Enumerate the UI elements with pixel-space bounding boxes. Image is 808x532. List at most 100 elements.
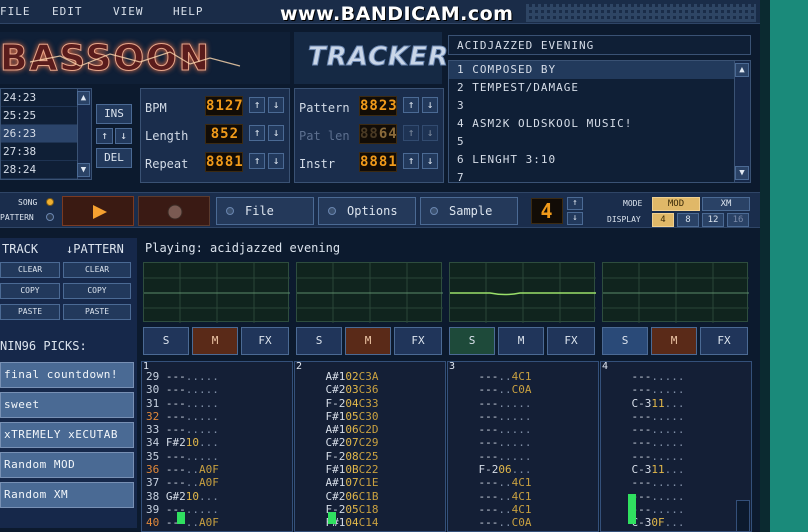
instr-up-button[interactable]: ↑: [403, 153, 419, 169]
pattern-row[interactable]: ---.....: [601, 490, 751, 503]
pattern-row[interactable]: ---.....: [601, 410, 751, 423]
info-row[interactable]: 2 TEMPEST/DAMAGE: [449, 79, 750, 97]
pattern-row[interactable]: 37 ---..A0F: [142, 476, 292, 489]
fx-button-2[interactable]: FX: [394, 327, 442, 355]
pattern-row[interactable]: ---.....: [601, 370, 751, 383]
channel-scope-3[interactable]: [449, 262, 596, 323]
pattern-row[interactable]: F#105C30: [295, 410, 445, 423]
pattern-mode-radio[interactable]: [46, 213, 54, 221]
info-row[interactable]: 5: [449, 133, 750, 151]
pattern-row[interactable]: C-311...: [601, 397, 751, 410]
solo-button-4[interactable]: S: [602, 327, 648, 355]
pattern-row[interactable]: 32 ---.....: [142, 410, 292, 423]
pattern-row[interactable]: F-206...: [448, 463, 598, 476]
patlen-down-button[interactable]: ↓: [422, 125, 438, 141]
mute-button-2[interactable]: M: [345, 327, 391, 355]
pattern-row[interactable]: 39 ---.....: [142, 503, 292, 516]
channel-scope-1[interactable]: [143, 262, 290, 323]
pattern-row[interactable]: ---..4C1: [448, 490, 598, 503]
scroll-down-icon[interactable]: ▼: [735, 166, 749, 180]
pattern-track-3[interactable]: ---..4C1 ---..C0A ---..... ---..... ---.…: [447, 361, 599, 532]
channel-scope-4[interactable]: [602, 262, 749, 323]
pattern-row[interactable]: C#206C1B: [295, 490, 445, 503]
pick-button[interactable]: xTREMELY xECUTAB: [0, 422, 134, 448]
instr-down-button[interactable]: ↓: [422, 153, 438, 169]
pattern-down-button[interactable]: ↓: [422, 97, 438, 113]
song-info-list[interactable]: 1 COMPOSED BY 2 TEMPEST/DAMAGE 3 4 ASM2K…: [448, 60, 751, 183]
pattern-row[interactable]: C#203C36: [295, 383, 445, 396]
pattern-row[interactable]: 38 G#210...: [142, 490, 292, 503]
random-xm-button[interactable]: Random XM: [0, 482, 134, 508]
mute-button-3[interactable]: M: [498, 327, 544, 355]
scroll-up-icon[interactable]: ▲: [735, 63, 749, 77]
sample-tab[interactable]: Sample: [420, 197, 518, 225]
octave-up-button[interactable]: ↑: [567, 197, 583, 210]
pattern-row[interactable]: 40 ---..A0F: [142, 516, 292, 529]
pos-up-button[interactable]: ↑: [96, 128, 113, 144]
octave-down-button[interactable]: ↓: [567, 212, 583, 225]
xm-mode-button[interactable]: XM: [702, 197, 750, 211]
mod-mode-button[interactable]: MOD: [652, 197, 700, 211]
pattern-row[interactable]: 36 ---..A0F: [142, 463, 292, 476]
mute-button-4[interactable]: M: [651, 327, 697, 355]
length-up-button[interactable]: ↑: [249, 125, 265, 141]
menu-help[interactable]: HELP: [173, 5, 204, 18]
pattern-row[interactable]: A#102C3A: [295, 370, 445, 383]
play-button[interactable]: [62, 196, 134, 226]
clear-track-button[interactable]: CLEAR: [0, 262, 60, 278]
pattern-row[interactable]: ---.....: [448, 423, 598, 436]
random-mod-button[interactable]: Random MOD: [0, 452, 134, 478]
pattern-row[interactable]: 29 ---.....: [142, 370, 292, 383]
copy-track-button[interactable]: COPY: [0, 283, 60, 299]
pattern-row[interactable]: 30 ---.....: [142, 383, 292, 396]
mute-button-1[interactable]: M: [192, 327, 238, 355]
pattern-track-4[interactable]: ---..... ---..... C-311... ---..... ---.…: [600, 361, 752, 532]
pattern-row[interactable]: F-204C33: [295, 397, 445, 410]
info-row[interactable]: 4 ASM2K OLDSKOOL MUSIC!: [449, 115, 750, 133]
position-list[interactable]: 24:23 25:25 26:23 27:38 28:24 ▲ ▼: [0, 88, 92, 180]
position-scrollbar[interactable]: ▲ ▼: [77, 89, 91, 179]
info-scrollbar[interactable]: ▲ ▼: [734, 61, 750, 182]
paste-pattern-button[interactable]: PASTE: [63, 304, 131, 320]
pattern-row[interactable]: C#207C29: [295, 436, 445, 449]
pattern-row[interactable]: ---.....: [601, 383, 751, 396]
pattern-up-button[interactable]: ↑: [403, 97, 419, 113]
song-mode-radio[interactable]: [46, 198, 54, 206]
pattern-row[interactable]: ---.....: [601, 476, 751, 489]
solo-button-2[interactable]: S: [296, 327, 342, 355]
paste-track-button[interactable]: PASTE: [0, 304, 60, 320]
file-tab[interactable]: File: [216, 197, 314, 225]
scroll-down-icon[interactable]: ▼: [77, 163, 90, 177]
menu-view[interactable]: VIEW: [113, 5, 144, 18]
song-title-field[interactable]: ACIDJAZZED EVENING: [448, 35, 751, 55]
menu-edit[interactable]: EDIT: [52, 5, 83, 18]
display-16-button[interactable]: 16: [727, 213, 749, 227]
pattern-scrollbar[interactable]: [736, 500, 750, 532]
pattern-row[interactable]: A#107C1E: [295, 476, 445, 489]
pos-down-button[interactable]: ↓: [115, 128, 132, 144]
pattern-row[interactable]: ---..4C1: [448, 476, 598, 489]
menu-file[interactable]: FILE: [0, 5, 31, 18]
info-row[interactable]: 6 LENGHT 3:10: [449, 151, 750, 169]
bpm-down-button[interactable]: ↓: [268, 97, 284, 113]
pattern-row[interactable]: 35 ---.....: [142, 450, 292, 463]
pattern-row[interactable]: ---.....: [448, 450, 598, 463]
pattern-row[interactable]: ---..C0A: [448, 516, 598, 529]
info-row[interactable]: 7: [449, 169, 750, 181]
pattern-row[interactable]: F#104C14: [295, 516, 445, 529]
fx-button-1[interactable]: FX: [241, 327, 289, 355]
pattern-row[interactable]: ---..C0A: [448, 383, 598, 396]
pattern-row[interactable]: C-311...: [601, 463, 751, 476]
pattern-row[interactable]: F#10BC22: [295, 463, 445, 476]
display-8-button[interactable]: 8: [677, 213, 699, 227]
pattern-row[interactable]: ---.....: [601, 423, 751, 436]
del-button[interactable]: DEL: [96, 148, 132, 168]
pattern-row[interactable]: ---.....: [448, 410, 598, 423]
pattern-row[interactable]: F-208C25: [295, 450, 445, 463]
pattern-track-1[interactable]: 29 ---..... 30 ---..... 31 ---..... 32 ---.…: [141, 361, 293, 532]
clear-pattern-button[interactable]: CLEAR: [63, 262, 131, 278]
pick-button[interactable]: final countdown!: [0, 362, 134, 388]
fx-button-3[interactable]: FX: [547, 327, 595, 355]
repeat-up-button[interactable]: ↑: [249, 153, 265, 169]
channel-scope-2[interactable]: [296, 262, 443, 323]
